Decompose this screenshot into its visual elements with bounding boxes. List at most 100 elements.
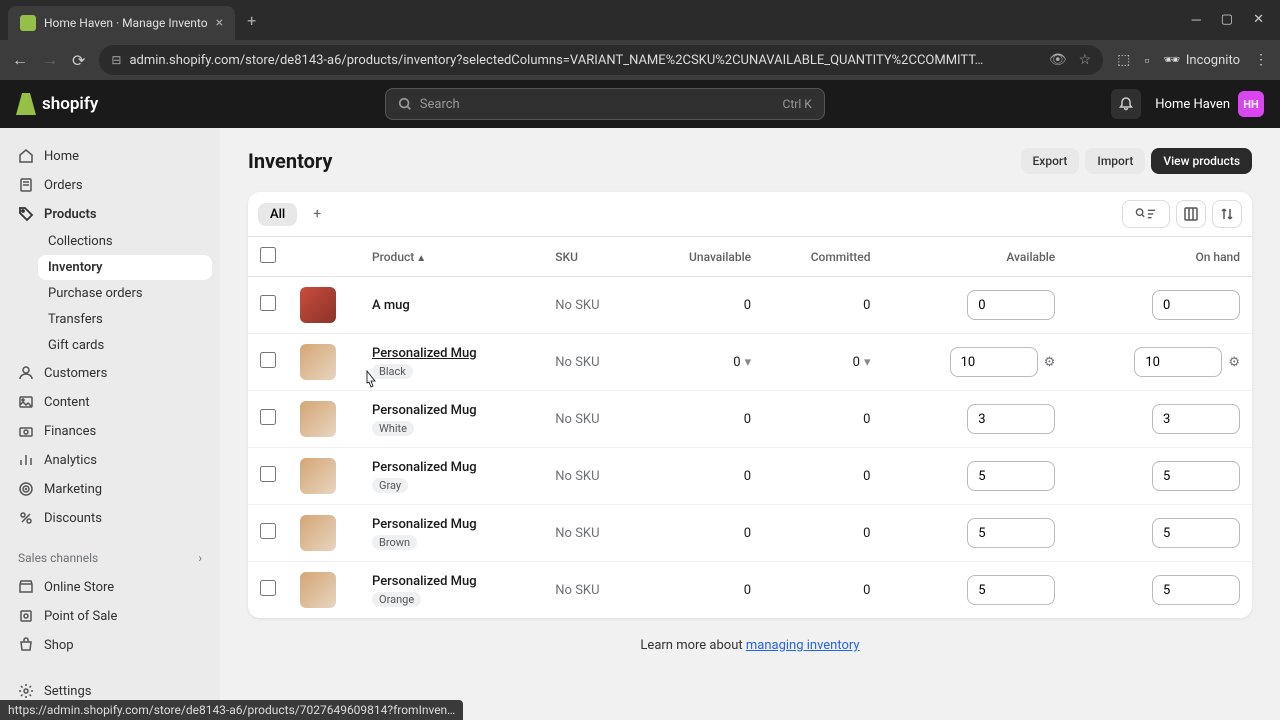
tab-all[interactable]: All [258, 203, 297, 226]
minimize-icon[interactable]: ─ [1192, 12, 1201, 28]
onhand-input[interactable] [1152, 290, 1240, 320]
shopify-logo[interactable]: shopify [16, 93, 98, 115]
onhand-input[interactable] [1152, 404, 1240, 434]
col-available[interactable]: Available [882, 237, 1067, 277]
nav-home[interactable]: Home [8, 142, 212, 170]
table-row: Personalized MugWhite No SKU 0 0 [248, 391, 1252, 448]
col-product[interactable]: Product▲ [360, 237, 543, 277]
logo-icon [16, 93, 36, 115]
eye-off-icon[interactable]: 👁 [1049, 52, 1067, 68]
panel-icon[interactable]: ▫ [1144, 52, 1149, 69]
product-thumbnail[interactable] [300, 458, 336, 494]
onhand-input[interactable] [1134, 347, 1222, 377]
product-link[interactable]: Personalized Mug [372, 346, 477, 361]
nav-shop[interactable]: Shop [8, 631, 212, 659]
col-sku[interactable]: SKU [543, 237, 640, 277]
managing-inventory-link[interactable]: managing inventory [746, 638, 860, 653]
back-button[interactable]: ← [12, 50, 28, 70]
columns-button[interactable] [1176, 200, 1206, 228]
onhand-input[interactable] [1152, 575, 1240, 605]
nav-transfers[interactable]: Transfers [38, 307, 212, 332]
add-view-button[interactable]: + [305, 202, 329, 226]
search-filter-button[interactable] [1122, 200, 1170, 228]
nav-marketing[interactable]: Marketing [8, 475, 212, 503]
product-thumbnail[interactable] [300, 344, 336, 380]
row-checkbox[interactable] [260, 295, 276, 311]
forward-button[interactable]: → [42, 50, 58, 70]
url-bar[interactable]: ⊟ admin.shopify.com/store/de8143-a6/prod… [99, 45, 1103, 75]
row-checkbox[interactable] [260, 352, 276, 368]
favicon [20, 15, 36, 31]
sku-cell: No SKU [543, 562, 640, 619]
bookmark-icon[interactable]: ☆ [1079, 52, 1092, 68]
chevron-down-icon[interactable]: ▾ [864, 355, 871, 370]
col-onhand[interactable]: On hand [1067, 237, 1252, 277]
store-switcher[interactable]: Home Haven HH [1155, 91, 1264, 117]
bell-icon [1118, 96, 1134, 112]
nav-inventory[interactable]: Inventory [38, 255, 212, 280]
export-button[interactable]: Export [1021, 148, 1080, 174]
product-link[interactable]: Personalized Mug [372, 403, 477, 418]
unavailable-cell[interactable]: 0▾ [640, 334, 763, 391]
columns-icon [1184, 207, 1198, 221]
available-input[interactable] [967, 290, 1055, 320]
row-checkbox[interactable] [260, 580, 276, 596]
nav-products[interactable]: Products [8, 200, 212, 228]
maximize-icon[interactable]: ▢ [1221, 12, 1233, 28]
nav-content[interactable]: Content [8, 388, 212, 416]
nav-orders[interactable]: Orders [8, 171, 212, 199]
col-unavailable[interactable]: Unavailable [640, 237, 763, 277]
available-input[interactable] [967, 575, 1055, 605]
onhand-input[interactable] [1152, 518, 1240, 548]
product-thumbnail[interactable] [300, 401, 336, 437]
adjust-icon[interactable]: ⚙ [1044, 355, 1056, 370]
nav-finances[interactable]: Finances [8, 417, 212, 445]
product-link[interactable]: Personalized Mug [372, 460, 477, 475]
nav-collections[interactable]: Collections [38, 229, 212, 254]
nav-analytics[interactable]: Analytics [8, 446, 212, 474]
onhand-input[interactable] [1152, 461, 1240, 491]
product-thumbnail[interactable] [300, 572, 336, 608]
import-button[interactable]: Import [1085, 148, 1145, 174]
nav-pos[interactable]: Point of Sale [8, 602, 212, 630]
product-link[interactable]: A mug [372, 298, 410, 313]
browser-tab[interactable]: Home Haven · Manage Invento × [8, 6, 235, 40]
close-window-icon[interactable]: ✕ [1253, 12, 1264, 28]
nav-discounts[interactable]: Discounts [8, 504, 212, 532]
new-tab-button[interactable]: + [247, 11, 256, 30]
nav-customers[interactable]: Customers [8, 359, 212, 387]
nav-online-store[interactable]: Online Store [8, 573, 212, 601]
reload-button[interactable]: ⟳ [72, 51, 85, 70]
search-input[interactable]: Search Ctrl K [385, 88, 825, 120]
committed-cell: 0 [763, 277, 882, 334]
nav-gift-cards[interactable]: Gift cards [38, 333, 212, 358]
available-input[interactable] [967, 404, 1055, 434]
row-checkbox[interactable] [260, 523, 276, 539]
col-committed[interactable]: Committed [763, 237, 882, 277]
notifications-button[interactable] [1111, 89, 1141, 119]
product-thumbnail[interactable] [300, 515, 336, 551]
committed-cell[interactable]: 0▾ [763, 334, 882, 391]
tab-title: Home Haven · Manage Invento [44, 16, 208, 30]
select-all-checkbox[interactable] [260, 247, 276, 263]
close-tab-icon[interactable]: × [216, 15, 223, 31]
sales-channels-section: Sales channels› [8, 543, 212, 573]
product-link[interactable]: Personalized Mug [372, 517, 477, 532]
available-input[interactable] [950, 347, 1038, 377]
nav-purchase-orders[interactable]: Purchase orders [38, 281, 212, 306]
sort-button[interactable] [1212, 200, 1242, 228]
row-checkbox[interactable] [260, 409, 276, 425]
product-link[interactable]: Personalized Mug [372, 574, 477, 589]
chevron-down-icon[interactable]: ▾ [745, 355, 752, 370]
table-row: Personalized MugGray No SKU 0 0 [248, 448, 1252, 505]
row-checkbox[interactable] [260, 466, 276, 482]
site-settings-icon[interactable]: ⊟ [111, 53, 121, 67]
product-thumbnail[interactable] [300, 287, 336, 323]
chevron-right-icon[interactable]: › [198, 551, 202, 565]
extensions-icon[interactable]: ⬚ [1117, 52, 1130, 68]
menu-icon[interactable]: ⋮ [1254, 52, 1268, 68]
available-input[interactable] [967, 518, 1055, 548]
adjust-icon[interactable]: ⚙ [1228, 355, 1240, 370]
available-input[interactable] [967, 461, 1055, 491]
view-products-button[interactable]: View products [1151, 148, 1252, 174]
